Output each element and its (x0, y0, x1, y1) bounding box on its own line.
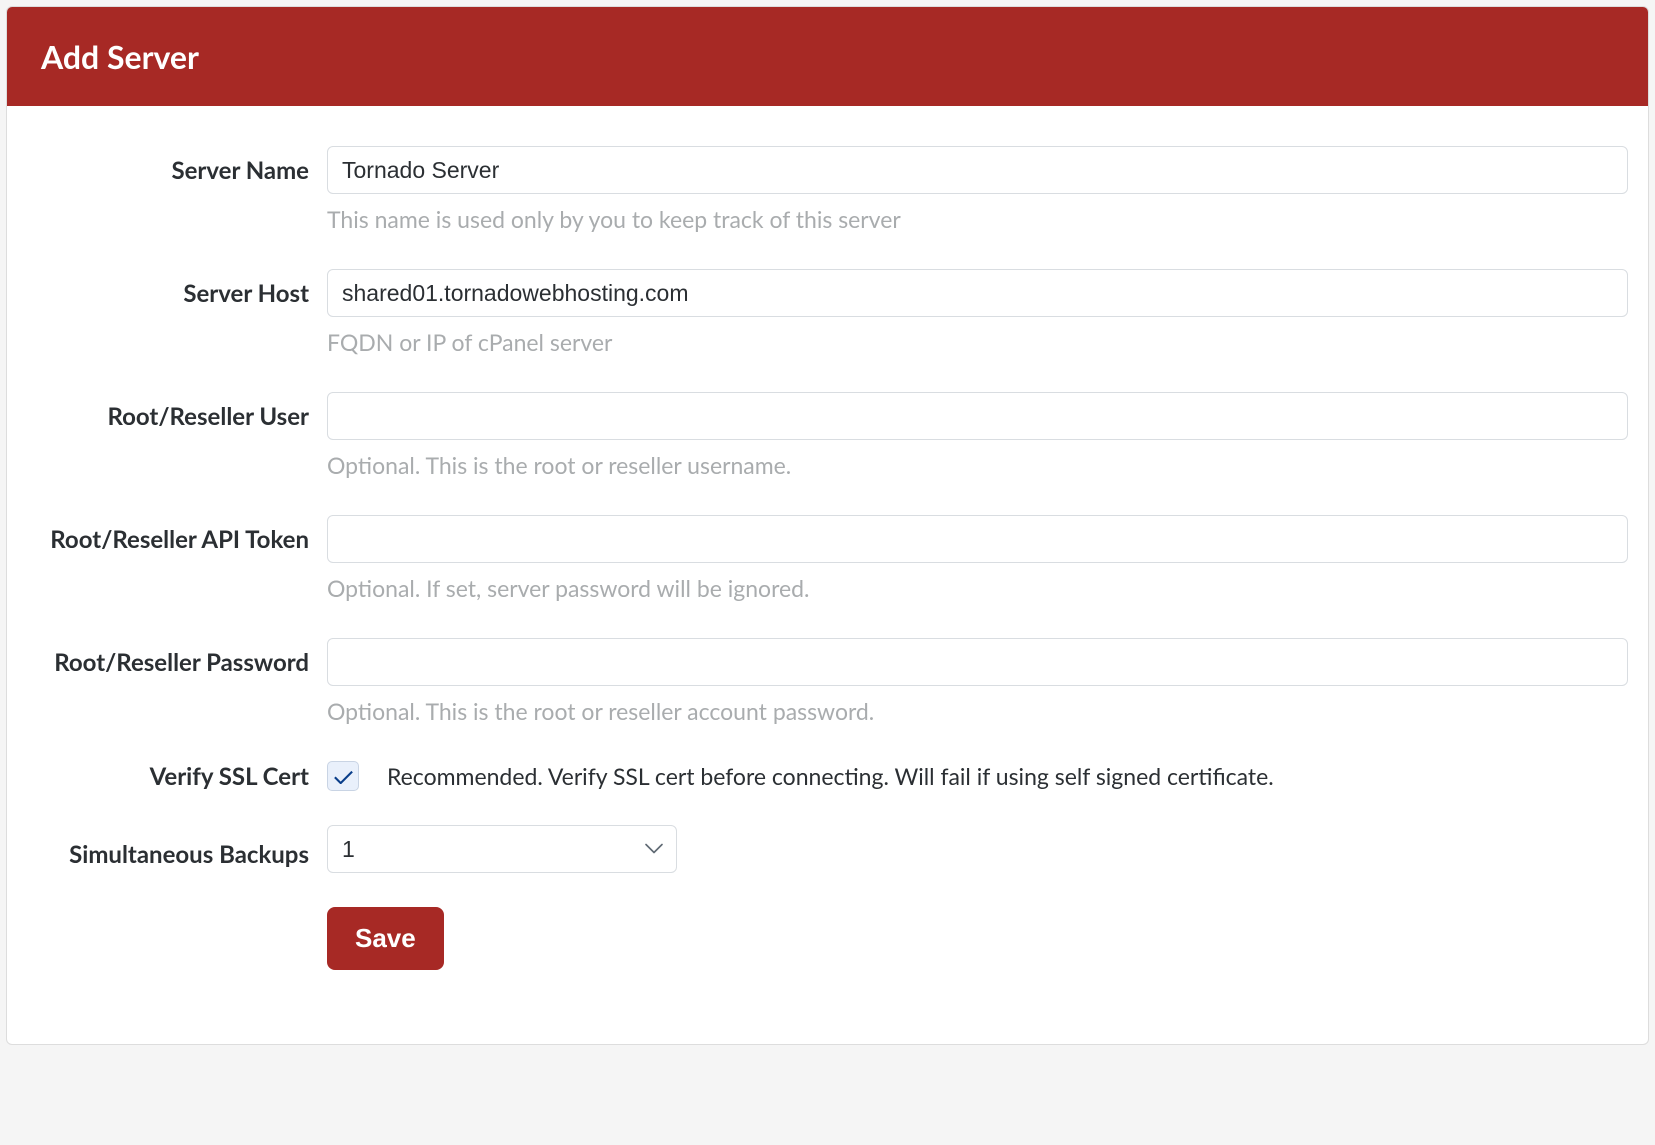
input-server-host[interactable] (327, 269, 1628, 317)
help-root-user: Optional. This is the root or reseller u… (327, 450, 1628, 481)
add-server-panel: Add Server Server Name This name is used… (6, 6, 1649, 1045)
row-verify-ssl: Verify SSL Cert Recommended. Verify SSL … (27, 761, 1628, 791)
save-button[interactable]: Save (327, 907, 444, 970)
input-api-token[interactable] (327, 515, 1628, 563)
panel-title: Add Server (41, 37, 199, 76)
label-password: Root/Reseller Password (27, 638, 327, 677)
label-verify-ssl: Verify SSL Cert (27, 762, 327, 791)
select-simultaneous[interactable]: 1 (327, 825, 677, 873)
input-root-user[interactable] (327, 392, 1628, 440)
panel-header: Add Server (7, 7, 1648, 106)
label-simultaneous: Simultaneous Backups (27, 830, 327, 869)
row-server-name: Server Name This name is used only by yo… (27, 146, 1628, 235)
row-root-user: Root/Reseller User Optional. This is the… (27, 392, 1628, 481)
help-password: Optional. This is the root or reseller a… (327, 696, 1628, 727)
label-server-name: Server Name (27, 146, 327, 185)
input-password[interactable] (327, 638, 1628, 686)
help-server-host: FQDN or IP of cPanel server (327, 327, 1628, 358)
help-api-token: Optional. If set, server password will b… (327, 573, 1628, 604)
checkbox-verify-ssl[interactable] (327, 761, 359, 791)
label-root-user: Root/Reseller User (27, 392, 327, 431)
label-api-token: Root/Reseller API Token (27, 515, 327, 554)
check-icon (334, 769, 353, 784)
row-simultaneous: Simultaneous Backups 1 (27, 825, 1628, 873)
verify-ssl-description: Recommended. Verify SSL cert before conn… (387, 762, 1274, 790)
row-api-token: Root/Reseller API Token Optional. If set… (27, 515, 1628, 604)
row-save: Save (27, 907, 1628, 970)
row-password: Root/Reseller Password Optional. This is… (27, 638, 1628, 727)
label-server-host: Server Host (27, 269, 327, 308)
input-server-name[interactable] (327, 146, 1628, 194)
help-server-name: This name is used only by you to keep tr… (327, 204, 1628, 235)
panel-body: Server Name This name is used only by yo… (7, 106, 1648, 1044)
row-server-host: Server Host FQDN or IP of cPanel server (27, 269, 1628, 358)
